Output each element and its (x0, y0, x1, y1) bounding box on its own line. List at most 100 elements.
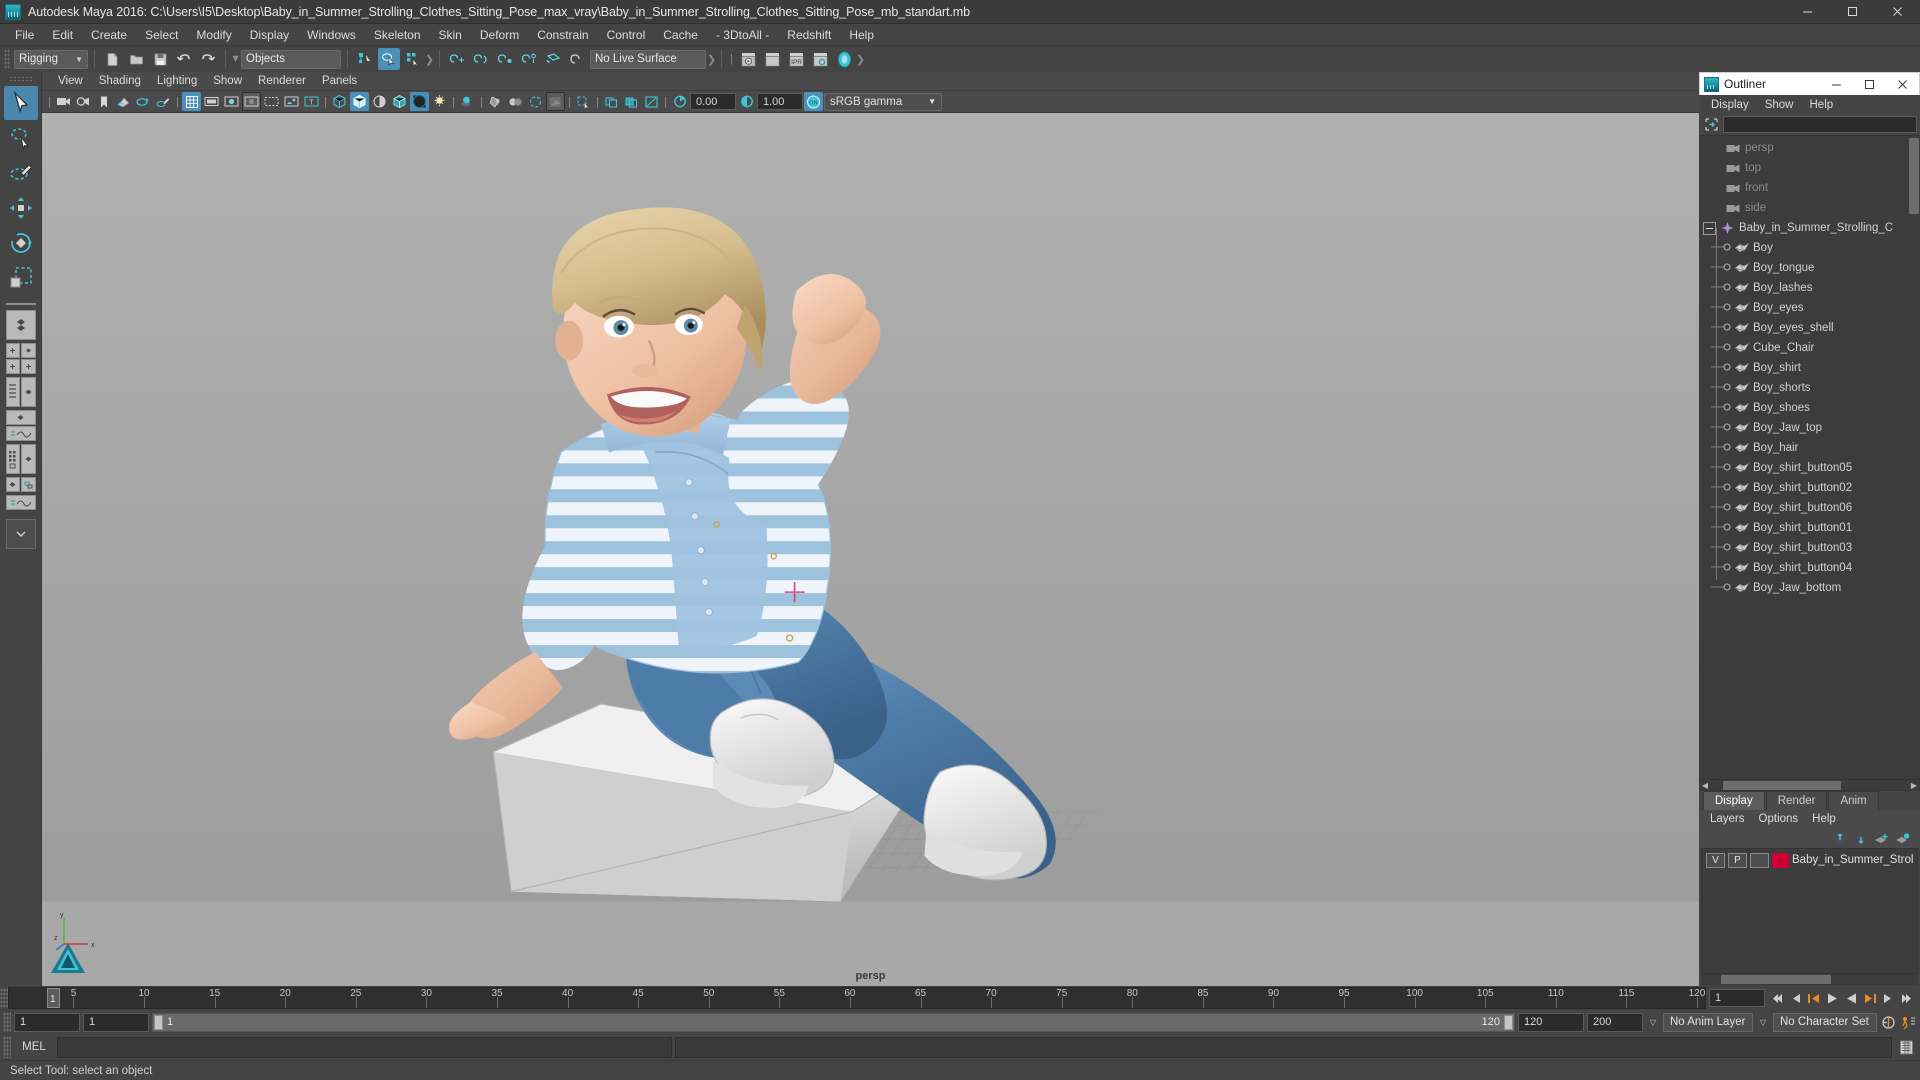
step-forward-key-icon[interactable] (1862, 988, 1879, 1008)
range-slider-gripper[interactable] (3, 1012, 11, 1032)
collapse-expand-icon[interactable] (1703, 221, 1716, 235)
outliner-item[interactable]: Boy_shirt_button05 (1699, 458, 1920, 478)
safe-title-icon[interactable]: T (302, 92, 321, 111)
menu-modify[interactable]: Modify (187, 25, 240, 45)
range-start-handle[interactable] (154, 1014, 163, 1030)
outliner-item[interactable]: Baby_in_Summer_Strolling_C (1699, 218, 1920, 238)
menu-windows[interactable]: Windows (298, 25, 365, 45)
layer-horizontal-scrollbar[interactable] (1701, 974, 1918, 985)
shadows-icon[interactable] (458, 92, 477, 111)
xray-icon[interactable] (574, 92, 593, 111)
snap-to-view-plane-icon[interactable] (542, 48, 564, 70)
auto-keyframe-icon[interactable] (1880, 1012, 1897, 1032)
playback-end-time-field[interactable]: 120 (1518, 1012, 1584, 1032)
use-default-lighting-icon[interactable] (430, 92, 449, 111)
menu-skin[interactable]: Skin (430, 25, 471, 45)
outliner-filter-icon[interactable] (1702, 116, 1720, 133)
panel-menu-shading[interactable]: Shading (91, 73, 149, 89)
select-by-object-icon[interactable] (378, 48, 400, 70)
move-layer-up-icon[interactable] (1831, 830, 1848, 846)
outliner-scroll-thumb[interactable] (1909, 138, 1919, 214)
persp-graph-layout[interactable] (5, 410, 36, 441)
gamma-icon[interactable] (737, 92, 756, 111)
image-plane-icon[interactable] (114, 92, 133, 111)
menu-edit[interactable]: Edit (43, 25, 82, 45)
render-current-frame-icon[interactable] (737, 48, 759, 70)
safe-action-icon[interactable] (282, 92, 301, 111)
outliner-tree[interactable]: persp top front side Baby_in_Summer_Strollin… (1699, 135, 1920, 779)
step-forward-frame-icon[interactable] (1881, 988, 1898, 1008)
snap-to-grid-icon[interactable] (446, 48, 468, 70)
xray-joints-icon[interactable] (602, 92, 621, 111)
viewport-crop-icon[interactable] (642, 92, 661, 111)
animation-start-time-field[interactable]: 1 (14, 1012, 80, 1032)
outliner-item[interactable]: Cube_Chair (1699, 338, 1920, 358)
menu-constrain[interactable]: Constrain (528, 25, 597, 45)
move-layer-down-icon[interactable] (1852, 830, 1869, 846)
menu-cache[interactable]: Cache (654, 25, 707, 45)
outliner-item[interactable]: Boy_shirt_button01 (1699, 518, 1920, 538)
animation-preferences-icon[interactable] (1900, 1012, 1917, 1032)
exposure-icon[interactable] (670, 92, 689, 111)
new-scene-icon[interactable] (101, 48, 123, 70)
character-set-field[interactable]: No Character Set (1773, 1012, 1877, 1032)
outliner-item[interactable]: Boy_shoes (1699, 398, 1920, 418)
anim-layer-chevron-icon[interactable]: ▽ (1646, 1018, 1660, 1027)
textured-icon[interactable] (410, 92, 429, 111)
outliner-item[interactable]: Boy_hair (1699, 438, 1920, 458)
move-tool[interactable] (4, 191, 38, 225)
toolbox-gripper[interactable] (8, 76, 33, 82)
snap-to-projected-center-icon[interactable] (518, 48, 540, 70)
color-management-selector[interactable]: sRGB gamma ▼ (824, 92, 942, 111)
time-slider-track[interactable]: 1 5 10 15 20 25 30 35 40 45 50 55 60 65 70 75 80 85 90 95 1… (8, 987, 1706, 1009)
outliner-search-input[interactable] (1723, 116, 1917, 133)
layer-hscroll-thumb[interactable] (1721, 975, 1831, 984)
menu-select[interactable]: Select (136, 25, 187, 45)
current-frame-field[interactable]: 1 (1709, 989, 1765, 1007)
go-to-start-icon[interactable] (1767, 988, 1784, 1008)
menu-help[interactable]: Help (840, 25, 883, 45)
outliner-menu-help[interactable]: Help (1802, 97, 1842, 113)
scroll-right-icon[interactable]: ▶ (1908, 780, 1920, 791)
open-scene-icon[interactable] (125, 48, 147, 70)
range-slider-bar[interactable]: 1 120 (152, 1012, 1515, 1032)
screen-space-ao-icon[interactable] (486, 92, 505, 111)
snap-to-curve-icon[interactable] (470, 48, 492, 70)
exposure-value[interactable]: 0.00 (690, 93, 736, 110)
smooth-shade-all-icon[interactable] (350, 92, 369, 111)
tab-anim[interactable]: Anim (1828, 791, 1879, 810)
menu-file[interactable]: File (6, 25, 43, 45)
xray-active-components-icon[interactable] (622, 92, 641, 111)
outliner-hscroll-thumb[interactable] (1723, 781, 1841, 790)
snap-to-point-icon[interactable] (494, 48, 516, 70)
menu-3dtoall[interactable]: - 3DtoAll - (707, 25, 778, 45)
outliner-item[interactable]: Boy_shirt_button02 (1699, 478, 1920, 498)
color-management-toggle-icon[interactable]: ON (804, 92, 823, 111)
outliner-item[interactable]: Boy_shirt_button06 (1699, 498, 1920, 518)
layer-menu-layers[interactable]: Layers (1703, 811, 1752, 827)
select-camera-icon[interactable] (54, 92, 73, 111)
save-scene-icon[interactable] (149, 48, 171, 70)
render-sequence-icon[interactable] (761, 48, 783, 70)
maximize-button[interactable] (1830, 0, 1875, 24)
select-by-hierarchy-icon[interactable] (354, 48, 376, 70)
wireframe-on-shaded-icon[interactable] (390, 92, 409, 111)
command-input-field[interactable] (57, 1036, 672, 1058)
outliner-item[interactable]: Boy_tongue (1699, 258, 1920, 278)
rotate-tool[interactable] (4, 226, 38, 260)
panel-menu-renderer[interactable]: Renderer (250, 73, 314, 89)
time-slider-gripper[interactable] (0, 988, 8, 1008)
tab-display[interactable]: Display (1703, 791, 1765, 810)
close-button[interactable] (1875, 0, 1920, 24)
panel-menu-lighting[interactable]: Lighting (149, 73, 205, 89)
graph-editor-layout[interactable] (5, 495, 36, 510)
outliner-close-button[interactable] (1886, 73, 1919, 96)
live-surface-field[interactable]: No Live Surface (590, 49, 706, 69)
multisample-icon[interactable] (526, 92, 545, 111)
menu-set-selector[interactable]: Rigging ▼ (14, 49, 88, 69)
paint-select-tool[interactable] (4, 156, 38, 190)
status-line-gripper[interactable] (4, 49, 10, 69)
outliner-minimize-button[interactable] (1820, 73, 1853, 96)
outliner-item[interactable]: Boy_Jaw_top (1699, 418, 1920, 438)
outliner-item[interactable]: front (1699, 178, 1920, 198)
